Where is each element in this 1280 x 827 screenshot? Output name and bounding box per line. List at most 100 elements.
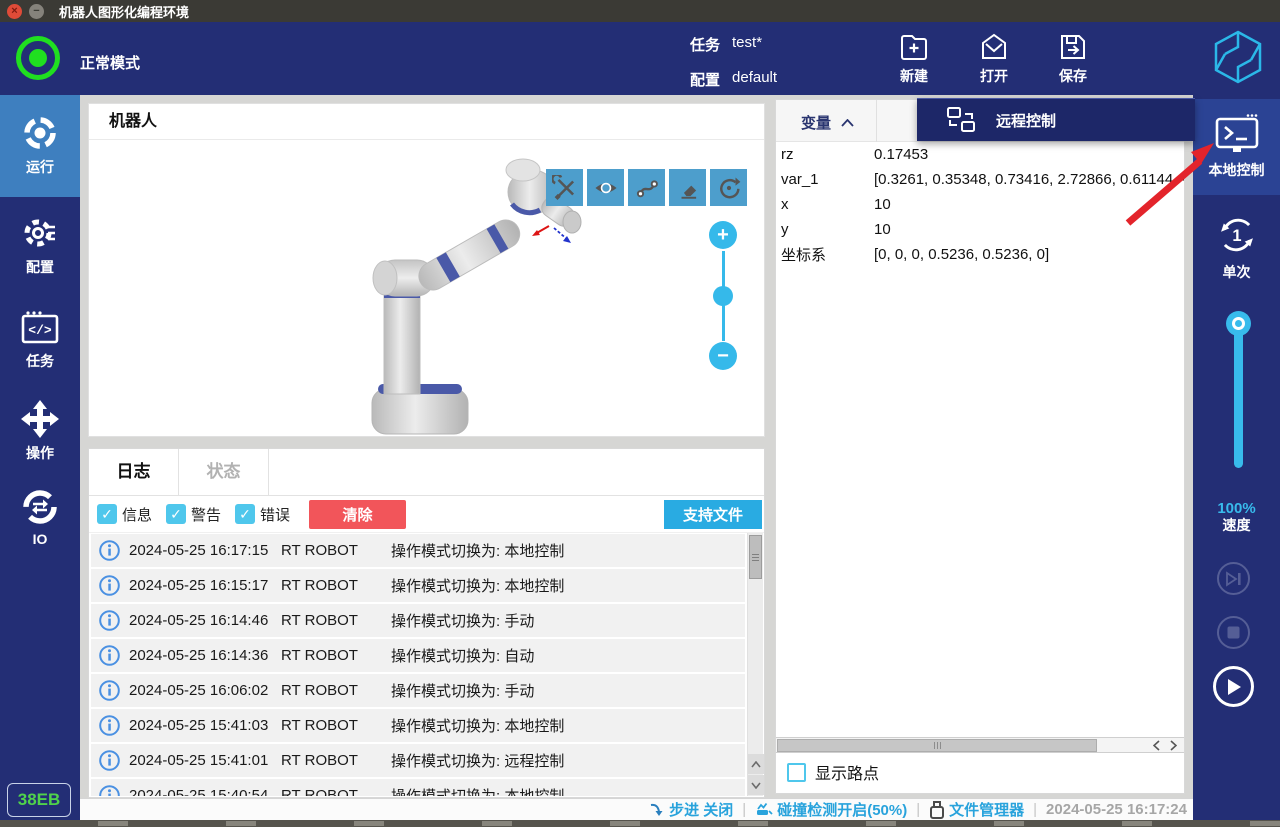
filter-info-checkbox[interactable]: ✓ [97, 504, 117, 524]
open-button[interactable]: 打开 [961, 31, 1027, 86]
log-source: RT ROBOT [281, 682, 391, 699]
variable-name: var_1 [776, 171, 874, 188]
log-row: 2024-05-25 15:40:54 RT ROBOT 操作模式切换为: 本地… [91, 779, 745, 796]
new-button[interactable]: 新建 [881, 31, 947, 86]
erase-button[interactable] [669, 169, 706, 206]
file-manager-button[interactable]: 文件管理器 [929, 799, 1024, 820]
log-time: 2024-05-25 15:40:54 [129, 787, 281, 796]
log-source: RT ROBOT [281, 647, 391, 664]
status-bar: 步进 关闭 | 碰撞检测开启(50%) | 文件管理器 | 2024-05-25… [80, 798, 1193, 820]
tools-button[interactable] [546, 169, 583, 206]
sidebar-item-io[interactable]: IO [0, 487, 80, 547]
log-time: 2024-05-25 16:17:15 [129, 542, 281, 559]
log-row: 2024-05-25 16:06:02 RT ROBOT 操作模式切换为: 手动 [91, 674, 745, 707]
zoom-slider-knob[interactable] [713, 286, 733, 306]
log-time: 2024-05-25 15:41:03 [129, 717, 281, 734]
close-icon[interactable]: × [7, 4, 22, 19]
tab-status[interactable]: 状态 [179, 449, 269, 495]
sidebar-item-run[interactable]: 运行 [0, 95, 80, 197]
log-tab-bar: 日志 状态 [89, 449, 764, 496]
scroll-right-icon[interactable] [1165, 738, 1182, 752]
scroll-down-icon[interactable] [748, 775, 764, 795]
log-message: 操作模式切换为: 本地控制 [391, 575, 564, 596]
clear-log-button[interactable]: 清除 [309, 500, 406, 529]
log-source: RT ROBOT [281, 577, 391, 594]
log-source: RT ROBOT [281, 612, 391, 629]
config-label: 配置 [690, 69, 720, 90]
log-row: 2024-05-25 15:41:01 RT ROBOT 操作模式切换为: 远程… [91, 744, 745, 777]
desktop-taskbar-strip [0, 820, 1280, 827]
save-button[interactable]: 保存 [1040, 31, 1106, 86]
move-arrows-icon [20, 399, 60, 439]
stop-button[interactable] [1217, 616, 1250, 649]
brand-logo-icon [1211, 28, 1265, 86]
log-scrollbar[interactable] [747, 533, 763, 796]
svg-text:</>: </> [28, 323, 52, 338]
show-waypoints-checkbox[interactable] [787, 763, 806, 782]
speed-slider-track[interactable] [1234, 320, 1243, 468]
robot-3d-viewport[interactable]: + − [89, 140, 764, 436]
save-disk-icon [1057, 31, 1089, 63]
io-swap-icon [20, 487, 60, 527]
log-message: 操作模式切换为: 本地控制 [391, 715, 564, 736]
eraser-icon [675, 175, 701, 201]
step-arrow-icon [649, 802, 665, 817]
robot-panel: 机器人 [88, 103, 765, 437]
filter-error-checkbox[interactable]: ✓ [235, 504, 255, 524]
log-time: 2024-05-25 16:14:36 [129, 647, 281, 664]
play-button[interactable] [1213, 666, 1254, 707]
log-time: 2024-05-25 16:15:17 [129, 577, 281, 594]
titlebar: × − 机器人图形化编程环境 [0, 0, 1280, 22]
speed-percent: 100% [1193, 501, 1280, 517]
log-row: 2024-05-25 16:14:46 RT ROBOT 操作模式切换为: 手动 [91, 604, 745, 637]
filter-warning-checkbox[interactable]: ✓ [166, 504, 186, 524]
scroll-up-icon[interactable] [748, 754, 764, 774]
log-panel: 日志 状态 ✓ 信息 ✓ 警告 ✓ 错误 清除 支持文件 2024-05-25 … [88, 448, 765, 798]
collision-detection-toggle[interactable]: 碰撞检测开启(50%) [755, 799, 907, 820]
sidebar-item-config[interactable]: 配置 [0, 213, 80, 277]
minimize-icon[interactable]: − [29, 4, 44, 19]
variable-value: [0.3261, 0.35348, 0.73416, 2.72866, 0.61… [874, 171, 1185, 188]
sidebar-item-task[interactable]: </> 任务 [0, 309, 80, 371]
info-icon [99, 645, 120, 666]
scroll-left-icon[interactable] [1148, 738, 1165, 752]
view-button[interactable] [587, 169, 624, 206]
speed-label: 速度 [1193, 517, 1280, 533]
single-run-button[interactable]: 1 单次 [1193, 213, 1280, 282]
open-file-icon [978, 31, 1010, 63]
tab-log[interactable]: 日志 [89, 449, 179, 495]
app-header: 正常模式 任务 test* 配置 default 新建 打开 保存 [0, 22, 1280, 95]
window-title: 机器人图形化编程环境 [59, 2, 189, 21]
variable-row: rz 0.17453 [776, 142, 1184, 167]
mode-status-icon [16, 36, 60, 80]
horizontal-scrollbar[interactable] [776, 737, 1184, 753]
log-time: 2024-05-25 16:14:46 [129, 612, 281, 629]
horizontal-scrollbar-thumb[interactable] [777, 739, 1097, 752]
zoom-out-button[interactable]: − [709, 342, 737, 370]
step-next-button[interactable] [1217, 562, 1250, 595]
sidebar-item-operate[interactable]: 操作 [0, 399, 80, 463]
trajectory-button[interactable] [628, 169, 665, 206]
log-row: 2024-05-25 16:17:15 RT ROBOT 操作模式切换为: 本地… [91, 534, 745, 567]
menu-item-remote-control[interactable]: 远程控制 [996, 110, 1056, 131]
gear-icon [20, 213, 60, 253]
log-row: 2024-05-25 15:41:03 RT ROBOT 操作模式切换为: 本地… [91, 709, 745, 742]
stop-icon [1227, 626, 1240, 639]
log-filter-row: ✓ 信息 ✓ 警告 ✓ 错误 清除 支持文件 [89, 496, 764, 533]
local-control-button[interactable]: 本地控制 [1193, 99, 1280, 195]
reset-view-button[interactable] [710, 169, 747, 206]
log-time: 2024-05-25 16:06:02 [129, 682, 281, 699]
zoom-in-button[interactable]: + [709, 221, 737, 249]
variables-collapse-toggle[interactable]: 变量 [801, 112, 854, 133]
support-file-button[interactable]: 支持文件 [664, 500, 762, 529]
column-divider [876, 100, 877, 142]
filter-error-label: 错误 [260, 504, 290, 525]
code-window-icon: </> [19, 309, 61, 347]
log-scrollbar-thumb[interactable] [749, 535, 762, 579]
right-sidebar: 本地控制 1 单次 100% 速度 [1193, 95, 1280, 820]
step-mode-toggle[interactable]: 步进 关闭 [649, 799, 733, 820]
speed-slider-knob[interactable] [1226, 311, 1251, 336]
log-source: RT ROBOT [281, 787, 391, 796]
config-value: default [732, 69, 777, 90]
info-icon [99, 540, 120, 561]
